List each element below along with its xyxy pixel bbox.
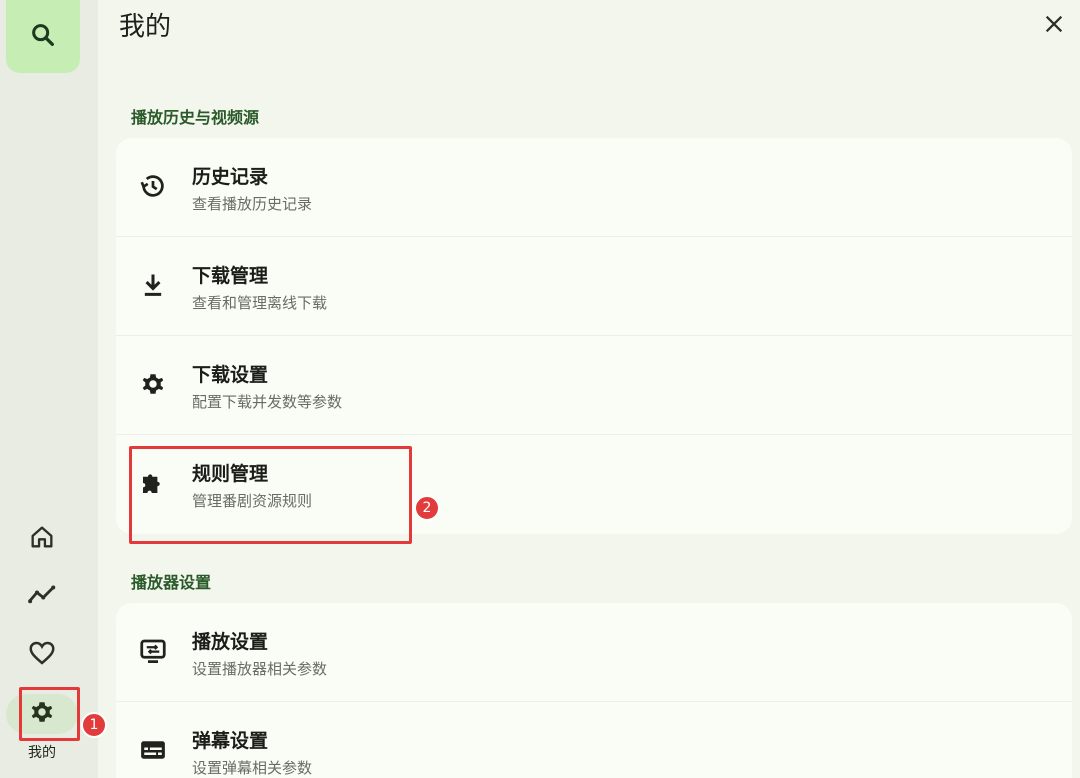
main-content: 我的 播放历史与视频源 历史记录 查看播放历史记录 下载管理 查看和管理离线下载 <box>98 0 1080 778</box>
section-header-player-settings: 播放器设置 <box>131 573 212 592</box>
heart-icon <box>27 638 57 672</box>
item-subtitle: 配置下载并发数等参数 <box>192 393 343 411</box>
item-subtitle: 设置播放器相关参数 <box>192 660 328 678</box>
gear-icon <box>136 367 170 401</box>
section-header-history-sources: 播放历史与视频源 <box>131 108 260 127</box>
item-title: 下载管理 <box>192 265 269 287</box>
rail-item-home[interactable] <box>22 519 62 559</box>
settings-card-player: 播放设置 设置播放器相关参数 弹幕设置 设置弹幕相关参数 <box>116 603 1072 778</box>
search-button[interactable] <box>6 0 80 73</box>
item-subtitle: 查看播放历史记录 <box>192 195 313 213</box>
app-root: 我的 我的 播放历史与视频源 历史记录 查看播放历史记录 下载管理 查看和管理离… <box>0 0 1080 778</box>
item-title: 弹幕设置 <box>192 730 269 752</box>
rail-item-favorites[interactable] <box>22 635 62 675</box>
item-subtitle: 设置弹幕相关参数 <box>192 759 313 777</box>
rail-item-trending[interactable] <box>22 577 62 617</box>
subtitles-icon <box>136 733 170 767</box>
list-item-danmaku-settings[interactable]: 弹幕设置 设置弹幕相关参数 <box>116 702 1072 778</box>
annotation-badge-1: 1 <box>81 712 107 738</box>
close-icon <box>1043 13 1065 39</box>
item-title: 播放设置 <box>192 631 269 653</box>
item-title: 历史记录 <box>192 166 269 188</box>
list-item-playback-settings[interactable]: 播放设置 设置播放器相关参数 <box>116 603 1072 702</box>
item-subtitle: 查看和管理离线下载 <box>192 294 328 312</box>
download-icon <box>136 268 170 302</box>
player-settings-icon <box>136 634 170 668</box>
page-title: 我的 <box>119 12 172 42</box>
navigation-rail: 我的 <box>0 0 98 778</box>
annotation-badge-2: 2 <box>414 495 440 521</box>
search-icon <box>29 21 57 53</box>
item-title: 下载设置 <box>192 364 269 386</box>
history-icon <box>136 169 170 203</box>
rail-item-mine-label: 我的 <box>28 745 56 761</box>
annotation-highlight-mine <box>19 687 80 741</box>
close-button[interactable] <box>1040 12 1068 40</box>
list-item-download-settings[interactable]: 下载设置 配置下载并发数等参数 <box>116 336 1072 435</box>
annotation-highlight-rule-management <box>129 446 412 544</box>
list-item-history[interactable]: 历史记录 查看播放历史记录 <box>116 138 1072 237</box>
list-item-download-management[interactable]: 下载管理 查看和管理离线下载 <box>116 237 1072 336</box>
home-icon <box>28 523 56 555</box>
trending-icon <box>27 580 57 614</box>
